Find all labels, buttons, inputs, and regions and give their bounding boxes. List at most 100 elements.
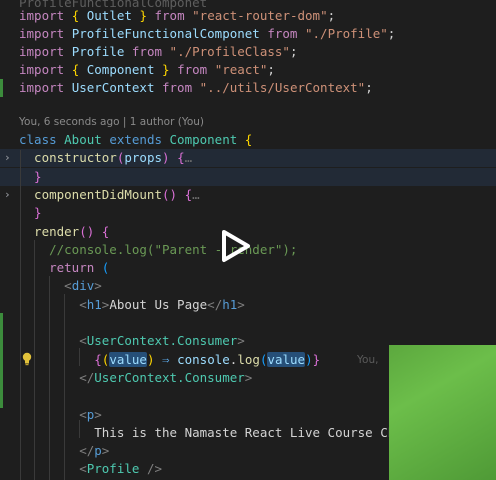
code-token: About Us Page (109, 296, 208, 312)
code-line-text: class About extends Component { (19, 131, 252, 149)
code-line[interactable]: class About extends Component { (0, 131, 496, 149)
indent-guide (79, 420, 80, 438)
code-token: ; (267, 62, 275, 77)
code-token: "react-router-dom" (192, 8, 328, 23)
code-token: { (71, 62, 87, 77)
code-token: "react" (214, 62, 268, 77)
code-token: Profile (71, 44, 132, 59)
code-token: value (267, 351, 306, 367)
webcam-video-overlay (389, 345, 496, 480)
code-line-text: <h1>About Us Page</h1> (19, 296, 245, 314)
code-token: constructor (19, 150, 117, 166)
code-token: This is the Namaste React Live Course Ch… (19, 424, 411, 440)
indent-guide (79, 348, 80, 366)
code-token: < (19, 333, 87, 349)
code-token: UserContext.Consumer (86, 333, 238, 349)
code-token: return (19, 260, 102, 276)
code-token: "./ProfileClass" (169, 44, 290, 59)
code-token: } (139, 8, 155, 23)
code-line-text: <UserContext.Consumer> (19, 332, 245, 350)
code-line[interactable] (0, 314, 496, 332)
code-line-text: <Profile /> (19, 460, 162, 478)
code-token: { (101, 223, 110, 239)
code-token: ) (146, 351, 163, 367)
code-token: … (184, 150, 193, 166)
code-line-text: //console.log("Parent - render"); (19, 241, 297, 259)
code-token: Component (169, 132, 245, 147)
code-token: ; (365, 80, 373, 95)
code-line-text: <p> (19, 406, 102, 424)
code-token: from (162, 80, 200, 95)
code-token: h1 (86, 296, 102, 312)
code-token: () (162, 186, 185, 202)
fold-chevron-icon[interactable]: › (4, 186, 11, 204)
code-line[interactable]: import UserContext from "../utils/UserCo… (0, 79, 496, 97)
code-line[interactable]: import { Component } from "react"; (0, 61, 496, 79)
code-token: ; (327, 8, 336, 23)
code-token: from (177, 62, 215, 77)
indent-guide (20, 150, 21, 480)
modified-gutter-indicator (0, 79, 3, 97)
play-icon[interactable] (219, 229, 251, 263)
code-token: ( (101, 260, 110, 276)
code-token: } (19, 205, 42, 221)
modified-gutter-indicator (0, 313, 3, 408)
code-line-text: componentDidMount() {… (19, 186, 200, 204)
code-token: p (94, 443, 102, 459)
code-token: console (177, 351, 230, 367)
code-line[interactable]: } (0, 204, 496, 222)
code-token: log (237, 351, 260, 367)
code-token: { (184, 186, 193, 202)
code-token: import (19, 80, 72, 95)
code-line[interactable]: <h1>About Us Page</h1> (0, 296, 496, 314)
code-token: extends (109, 132, 170, 147)
code-token: </ (19, 369, 95, 385)
code-token: } (162, 62, 178, 77)
code-line-text: import Profile from "./ProfileClass"; (19, 43, 298, 61)
code-token: { (177, 150, 185, 166)
code-line-text: <div> (19, 277, 102, 295)
code-line[interactable]: constructor(props) {… › (0, 149, 496, 168)
code-token: import (19, 8, 72, 23)
code-token: ProfileFunctionalComponet (71, 26, 268, 41)
code-token: } (19, 168, 42, 184)
code-line[interactable]: import { Outlet } from "react-router-dom… (0, 7, 496, 25)
code-token: from (267, 26, 305, 41)
code-token: ) (162, 150, 178, 166)
code-token: render (19, 223, 80, 239)
code-token: from (131, 44, 170, 59)
code-line-text: render() { (19, 223, 109, 241)
code-token: UserContext (71, 80, 162, 95)
code-token: import (19, 44, 72, 59)
code-token: //console.log("Parent - render"); (19, 241, 298, 257)
code-token: "./Profile" (305, 26, 388, 41)
code-token: > (94, 406, 102, 422)
code-token: } (312, 351, 321, 367)
code-token: import (19, 62, 72, 77)
code-token: ⇒ (162, 351, 178, 367)
code-token: { (71, 8, 87, 23)
indent-guide (64, 294, 65, 480)
lightbulb-icon[interactable] (21, 352, 33, 366)
code-token: > (237, 296, 245, 312)
indent-guide (34, 240, 35, 480)
code-token: > (237, 333, 245, 349)
blame-header-text[interactable]: You, 6 seconds ago | 1 author (You) (19, 113, 204, 131)
code-token: class (19, 132, 65, 147)
code-line[interactable]: import ProfileFunctionalComponet from ".… (0, 25, 496, 43)
blame-header[interactable]: You, 6 seconds ago | 1 author (You) (0, 113, 496, 131)
code-line-text: import ProfileFunctionalComponet from ".… (19, 25, 395, 43)
code-token: Outlet (86, 8, 140, 23)
code-token: /> (146, 461, 163, 477)
code-line[interactable]: import Profile from "./ProfileClass"; (0, 43, 496, 61)
code-token: … (192, 186, 200, 202)
code-editor[interactable]: ProfileFunctionalComponet import { Outle… (0, 0, 496, 480)
code-line[interactable]: <div> (0, 277, 496, 295)
fold-chevron-icon[interactable]: › (4, 149, 11, 167)
code-token: < (19, 296, 87, 312)
code-line[interactable]: componentDidMount() {… › (0, 186, 496, 204)
code-line-text: import { Outlet } from "react-router-dom… (19, 7, 335, 25)
code-token: UserContext.Consumer (94, 369, 245, 385)
code-token: from (154, 8, 193, 23)
code-line[interactable]: } (0, 167, 496, 186)
